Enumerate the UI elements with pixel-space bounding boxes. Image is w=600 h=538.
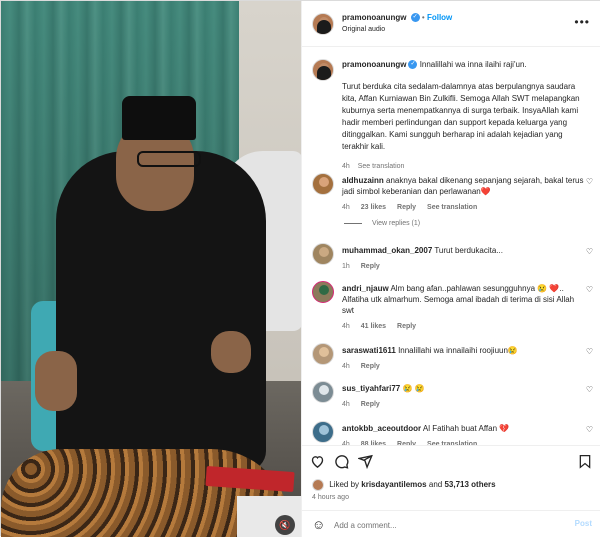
commenter-avatar[interactable] — [312, 381, 334, 403]
comment-like-heart-icon[interactable]: ♡ — [586, 425, 593, 434]
post-time[interactable]: 4 hours ago — [312, 494, 349, 501]
caption-body: Turut berduka cita sedalam-dalamnya atas… — [342, 82, 580, 151]
see-translation-link[interactable]: See translation — [427, 204, 477, 211]
more-options-icon[interactable]: ••• — [574, 15, 590, 29]
commenter-avatar[interactable] — [312, 281, 334, 303]
instagram-post-frame: 🔇 pramonoanungw ✓ • Follow Original audi… — [0, 0, 600, 537]
comment-text: 😢 😢 — [402, 384, 425, 393]
commenter-avatar[interactable] — [312, 421, 334, 443]
comment-like-heart-icon[interactable]: ♡ — [586, 177, 593, 186]
post-side-panel: pramonoanungw ✓ • Follow Original audio … — [301, 1, 600, 537]
comment-likes[interactable]: 23 likes — [361, 204, 386, 211]
comment-time[interactable]: 4h — [342, 363, 350, 370]
post-header: pramonoanungw ✓ • Follow Original audio … — [302, 1, 600, 47]
commenter-avatar[interactable] — [312, 343, 334, 365]
audio-label[interactable]: Original audio — [342, 26, 385, 33]
mute-button[interactable]: 🔇 — [275, 515, 295, 535]
bookmark-icon[interactable] — [578, 454, 592, 473]
see-translation-link[interactable]: See translation — [358, 163, 405, 170]
add-comment-bar: ☺ Post — [302, 510, 600, 538]
comment-time[interactable]: 4h — [342, 323, 350, 330]
commenter-username[interactable]: muhammad_okan_2007 — [342, 246, 432, 255]
reply-button[interactable]: Reply — [361, 363, 380, 370]
reply-button[interactable]: Reply — [361, 263, 380, 270]
commenter-username[interactable]: andri_njauw — [342, 284, 389, 293]
post-media[interactable]: 🔇 — [1, 1, 301, 537]
caption-first-line: Innalillahi wa inna ilaihi raji'un. — [419, 60, 527, 69]
glasses — [137, 151, 201, 167]
right-hand — [211, 331, 251, 373]
verified-badge-icon: ✓ — [408, 60, 418, 70]
caption-avatar[interactable] — [312, 59, 334, 81]
comment-like-heart-icon[interactable]: ♡ — [586, 347, 593, 356]
comment-text: Innalillahi wa innailaihi roojiuun😢 — [398, 346, 518, 355]
follow-button[interactable]: Follow — [427, 13, 452, 22]
liked-by: Liked by krisdayantilemos and 53,713 oth… — [312, 479, 496, 491]
reply-button[interactable]: Reply — [361, 401, 380, 408]
heart-icon[interactable] — [310, 454, 325, 473]
caption: pramonoanungw ✓ Innalillahi wa inna ilaih… — [342, 59, 587, 173]
comment-time[interactable]: 1h — [342, 263, 350, 270]
liked-by-count[interactable]: 53,713 others — [444, 480, 495, 489]
commenter-username[interactable]: aldhuzainn — [342, 176, 384, 185]
share-icon[interactable] — [356, 454, 373, 473]
commenter-username[interactable]: saraswati1611 — [342, 346, 396, 355]
author-avatar[interactable] — [312, 13, 334, 35]
comment-like-heart-icon[interactable]: ♡ — [586, 285, 593, 294]
add-comment-input[interactable] — [334, 518, 554, 532]
verified-badge-icon: ✓ — [410, 13, 420, 23]
commenter-username[interactable]: sus_tiyahfari77 — [342, 384, 400, 393]
post-actions: Liked by krisdayantilemos and 53,713 oth… — [302, 445, 600, 537]
view-replies-button[interactable]: View replies (1) — [344, 220, 420, 227]
liked-by-user[interactable]: krisdayantilemos — [361, 480, 426, 489]
left-hand — [35, 351, 77, 411]
author-username[interactable]: pramonoanungw — [342, 13, 406, 22]
comment-text: Al Fatihah buat Affan 💔 — [422, 424, 510, 433]
commenter-avatar[interactable] — [312, 173, 334, 195]
commenter-avatar[interactable] — [312, 243, 334, 265]
comment-likes[interactable]: 41 likes — [361, 323, 386, 330]
reply-button[interactable]: Reply — [397, 323, 416, 330]
comment-like-heart-icon[interactable]: ♡ — [586, 247, 593, 256]
comment-time[interactable]: 4h — [342, 401, 350, 408]
speaker-muted-icon: 🔇 — [279, 519, 291, 530]
liker-avatar[interactable] — [312, 479, 324, 491]
comment-like-heart-icon[interactable]: ♡ — [586, 385, 593, 394]
reply-button[interactable]: Reply — [397, 204, 416, 211]
comment-icon[interactable] — [334, 454, 349, 473]
black-cap — [122, 96, 196, 140]
commenter-username[interactable]: antokbb_aceoutdoor — [342, 424, 421, 433]
caption-username[interactable]: pramonoanungw — [342, 60, 406, 69]
post-comment-button[interactable]: Post — [575, 519, 592, 528]
comment-text: Turut berdukacita... — [434, 246, 503, 255]
caption-time[interactable]: 4h — [342, 163, 350, 170]
emoji-icon[interactable]: ☺ — [312, 517, 325, 532]
comment-time[interactable]: 4h — [342, 204, 350, 211]
